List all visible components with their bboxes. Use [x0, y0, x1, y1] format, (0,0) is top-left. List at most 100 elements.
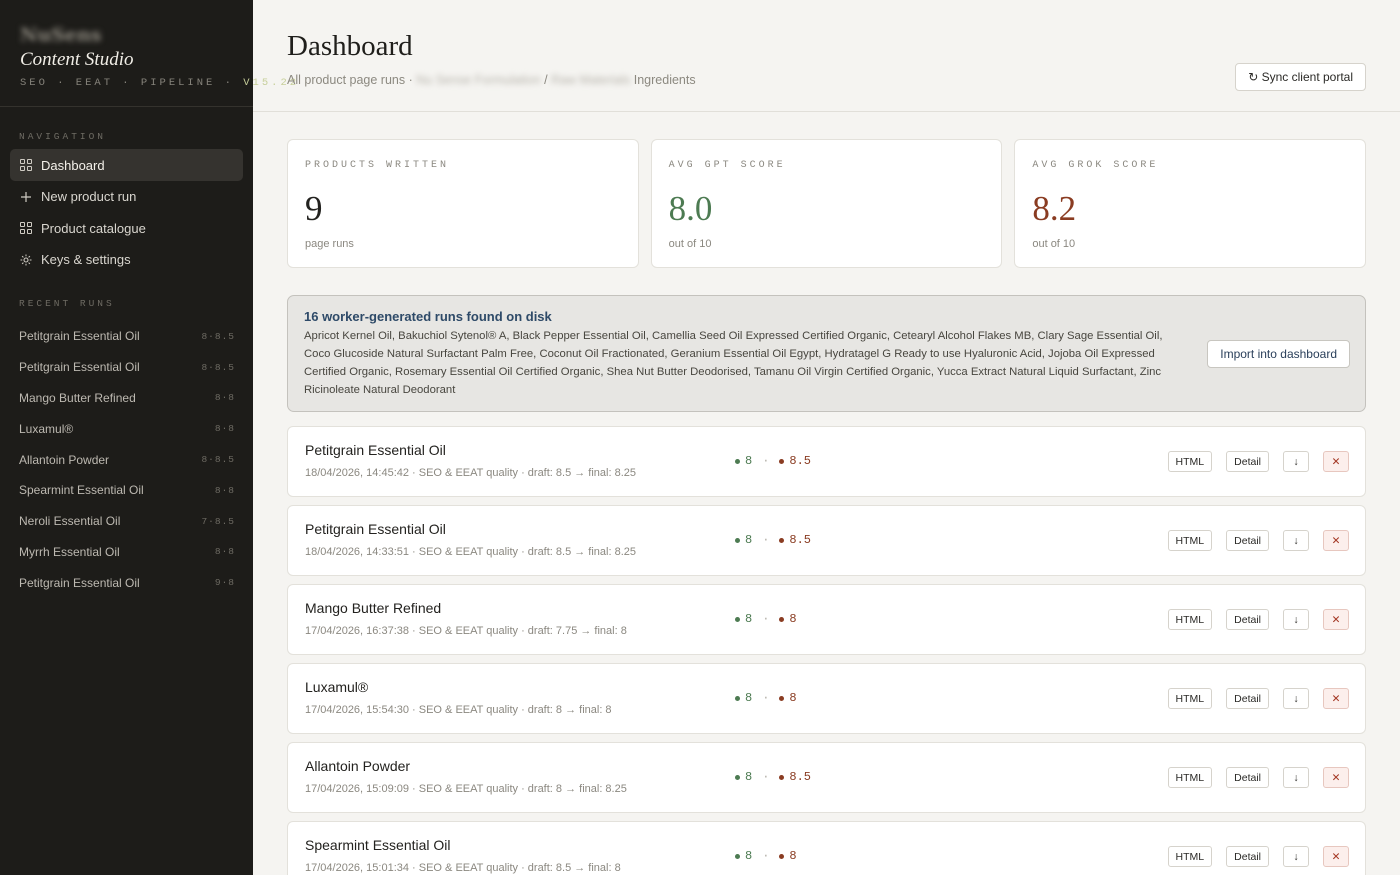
detail-button[interactable]: Detail: [1226, 846, 1269, 867]
runs-list: Petitgrain Essential Oil 18/04/2026, 14:…: [253, 412, 1400, 875]
sidebar-item-dashboard[interactable]: Dashboard: [10, 149, 243, 181]
recent-run-name: Neroli Essential Oil: [19, 514, 121, 529]
sidebar-item-label: New product run: [41, 189, 137, 204]
score-separator: ·: [762, 849, 770, 863]
recent-run-name: Petitgrain Essential Oil: [19, 329, 140, 344]
download-icon[interactable]: ↓: [1283, 846, 1309, 867]
recent-run-score: 9·8: [214, 577, 235, 589]
run-actions: HTML Detail ↓ ✕: [1167, 688, 1349, 709]
grok-score-value: 8.5: [789, 454, 812, 468]
html-button[interactable]: HTML: [1167, 609, 1213, 630]
gpt-score: 8: [735, 770, 752, 784]
download-icon[interactable]: ↓: [1283, 688, 1309, 709]
gpt-score-value: 8: [745, 533, 753, 547]
detail-button[interactable]: Detail: [1226, 609, 1269, 630]
recent-run-item[interactable]: Spearmint Essential Oil 8·8: [0, 475, 253, 506]
stat-sublabel: page runs: [305, 238, 354, 250]
notice-run-list: Apricot Kernel Oil, Bakuchiol Sytenol® A…: [304, 330, 1163, 396]
gpt-dot-icon: [735, 853, 740, 859]
brand-logo: NuSense: [20, 24, 102, 46]
html-button[interactable]: HTML: [1167, 846, 1213, 867]
run-row[interactable]: Petitgrain Essential Oil 18/04/2026, 14:…: [287, 426, 1366, 497]
recent-runs-heading: RECENT RUNS: [19, 298, 115, 309]
sidebar-item-product-catalogue[interactable]: Product catalogue: [10, 212, 243, 244]
gpt-score-value: 8: [745, 612, 753, 626]
breadcrumb-link-category[interactable]: Raw Materials: [551, 73, 630, 87]
grok-score: 8: [779, 612, 797, 626]
score-separator: ·: [762, 533, 770, 547]
sidebar-item-keys-settings[interactable]: Keys & settings: [10, 244, 243, 276]
run-row[interactable]: Allantoin Powder 17/04/2026, 15:09:09 · …: [287, 742, 1366, 813]
recent-run-item[interactable]: Luxamul® 8·8: [0, 413, 253, 444]
recent-run-name: Petitgrain Essential Oil: [19, 575, 140, 590]
recent-run-item[interactable]: Petitgrain Essential Oil 8·8.5: [0, 352, 253, 383]
delete-icon[interactable]: ✕: [1323, 767, 1349, 788]
recent-run-item[interactable]: Mango Butter Refined 8·8: [0, 383, 253, 414]
grok-score-value: 8: [789, 612, 797, 626]
sidebar-item-label: Keys & settings: [41, 252, 131, 267]
stat-card-avg-grok-score: AVG GROK SCORE 8.2 out of 10: [1014, 139, 1367, 268]
sidebar-item-new-product-run[interactable]: New product run: [10, 181, 243, 213]
detail-button[interactable]: Detail: [1226, 530, 1269, 551]
run-scores: 8 · 8.5: [735, 454, 811, 468]
delete-icon[interactable]: ✕: [1323, 688, 1349, 709]
delete-icon[interactable]: ✕: [1323, 846, 1349, 867]
brand-tag-text: SEO · EEAT · PIPELINE ·: [20, 77, 244, 89]
run-row[interactable]: Spearmint Essential Oil 17/04/2026, 15:0…: [287, 821, 1366, 875]
recent-run-score: 8·8.5: [201, 361, 235, 373]
run-scores: 8 · 8.5: [735, 770, 811, 784]
run-row[interactable]: Luxamul® 17/04/2026, 15:54:30 · SEO & EE…: [287, 663, 1366, 734]
recent-run-item[interactable]: Allantoin Powder 8·8.5: [0, 444, 253, 475]
html-button[interactable]: HTML: [1167, 530, 1213, 551]
grok-dot-icon: [779, 774, 785, 780]
run-actions: HTML Detail ↓ ✕: [1167, 451, 1349, 472]
stat-value: 9: [305, 189, 323, 228]
recent-run-score: 8·8: [214, 546, 235, 558]
grok-dot-icon: [779, 853, 785, 859]
recent-run-name: Mango Butter Refined: [19, 390, 136, 405]
breadcrumb-separator: /: [544, 73, 548, 87]
grok-dot-icon: [779, 695, 785, 701]
delete-icon[interactable]: ✕: [1323, 609, 1349, 630]
recent-run-item[interactable]: Myrrh Essential Oil 8·8: [0, 537, 253, 568]
delete-icon[interactable]: ✕: [1323, 530, 1349, 551]
download-icon[interactable]: ↓: [1283, 767, 1309, 788]
recent-run-name: Allantoin Powder: [19, 452, 110, 467]
grok-score-value: 8: [789, 691, 797, 705]
import-into-dashboard-button[interactable]: Import into dashboard: [1207, 340, 1350, 368]
detail-button[interactable]: Detail: [1226, 451, 1269, 472]
delete-icon[interactable]: ✕: [1323, 451, 1349, 472]
run-row[interactable]: Petitgrain Essential Oil 18/04/2026, 14:…: [287, 505, 1366, 576]
stat-sublabel: out of 10: [668, 238, 712, 250]
download-icon[interactable]: ↓: [1283, 530, 1309, 551]
html-button[interactable]: HTML: [1167, 767, 1213, 788]
download-icon[interactable]: ↓: [1283, 609, 1309, 630]
recent-run-score: 8·8: [214, 392, 235, 404]
main-content: Dashboard All product page runs · Nu Sen…: [253, 0, 1400, 875]
detail-button[interactable]: Detail: [1226, 688, 1269, 709]
recent-run-name: Luxamul®: [19, 421, 74, 436]
download-icon[interactable]: ↓: [1283, 451, 1309, 472]
run-row[interactable]: Mango Butter Refined 17/04/2026, 16:37:3…: [287, 584, 1366, 655]
sidebar-item-label: Dashboard: [41, 157, 105, 173]
recent-runs-list: Petitgrain Essential Oil 8·8.5 Petitgrain…: [0, 321, 253, 598]
stat-value: 8.0: [668, 189, 713, 228]
run-actions: HTML Detail ↓ ✕: [1167, 767, 1349, 788]
recent-run-item[interactable]: Petitgrain Essential Oil 8·8.5: [0, 321, 253, 352]
html-button[interactable]: HTML: [1167, 688, 1213, 709]
stat-sublabel: out of 10: [1032, 238, 1076, 250]
detail-button[interactable]: Detail: [1226, 767, 1269, 788]
sync-client-portal-button[interactable]: ↻ Sync client portal: [1235, 63, 1366, 91]
run-scores: 8 · 8: [735, 612, 797, 626]
recent-run-score: 8·8.5: [201, 454, 235, 466]
stat-label: PRODUCTS WRITTEN: [305, 160, 450, 171]
gpt-score: 8: [735, 691, 752, 705]
gpt-score: 8: [735, 612, 752, 626]
recent-run-item[interactable]: Petitgrain Essential Oil 9·8: [0, 567, 253, 598]
breadcrumb-link-client[interactable]: Nu Sense Formulation: [416, 73, 540, 87]
stat-card-avg-gpt-score: AVG GPT SCORE 8.0 out of 10: [650, 139, 1003, 268]
recent-run-item[interactable]: Neroli Essential Oil 7·8.5: [0, 506, 253, 537]
score-separator: ·: [762, 612, 770, 626]
html-button[interactable]: HTML: [1167, 451, 1213, 472]
stat-label: AVG GROK SCORE: [1032, 160, 1159, 171]
